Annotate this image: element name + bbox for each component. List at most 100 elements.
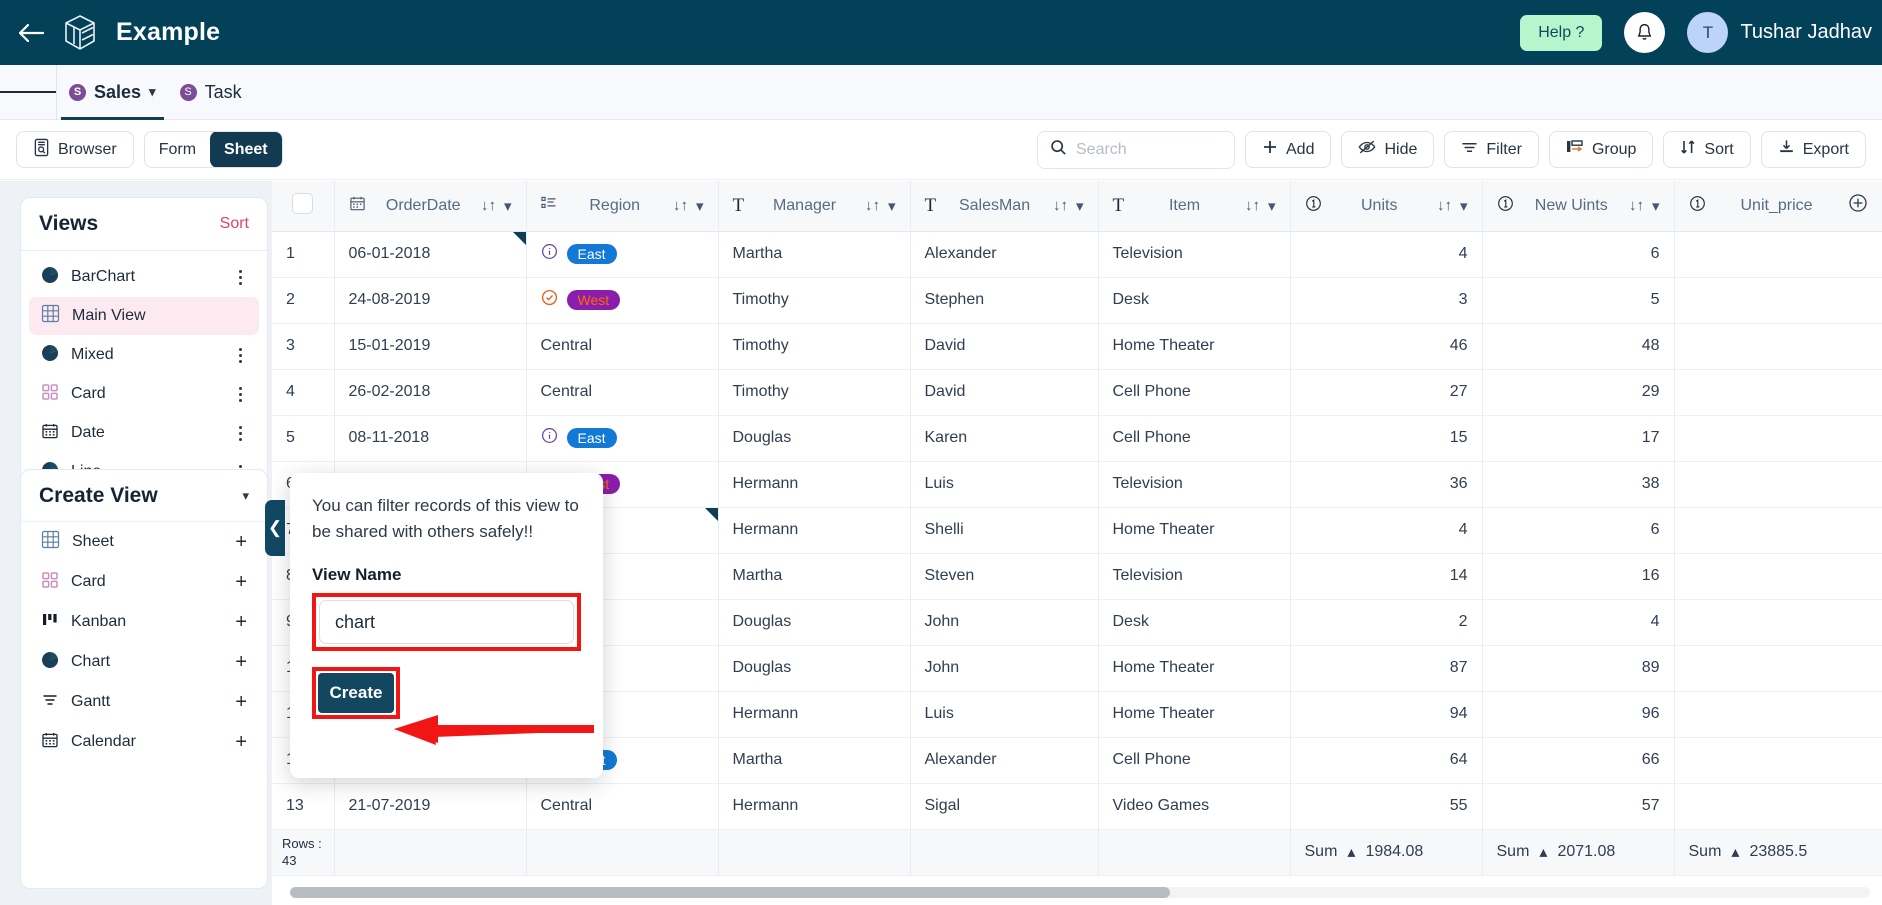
cell-orderdate[interactable]: 08-11-2018 [334,415,527,462]
cell-item[interactable]: Cell Phone [1098,369,1291,416]
add-button[interactable]: Add [1245,131,1332,168]
cell-region[interactable]: Central [526,323,719,370]
cell-units[interactable]: 87 [1290,645,1483,692]
cell-salesman[interactable]: Alexander [910,231,1099,278]
table-row[interactable]: 13 21-07-2019 Central Hermann Sigal Video Gam… [272,783,1882,830]
bell-icon[interactable] [1624,12,1666,53]
sort-arrows-icon[interactable]: ↓↑ [865,197,880,214]
chevron-down-icon[interactable]: ▾ [888,197,896,215]
view-options-icon[interactable] [233,423,247,444]
create-view-header[interactable]: Create View ▾ [21,470,267,522]
view-options-icon[interactable] [233,345,247,366]
cell-unit-price[interactable] [1674,415,1882,462]
select-all-header[interactable] [272,181,335,232]
table-row[interactable]: 4 26-02-2018 Central Timothy David Cell Phone… [272,369,1882,416]
plus-icon[interactable]: + [235,531,247,554]
cell-rownum[interactable]: 3 [272,323,335,370]
cell-salesman[interactable]: Karen [910,415,1099,462]
sheet-button[interactable]: Sheet [210,132,282,167]
cell-orderdate[interactable]: 06-01-2018 [334,231,527,278]
create-view-chart[interactable]: Chart + [21,642,267,682]
cell-unit-price[interactable] [1674,645,1882,692]
cell-unit-price[interactable] [1674,323,1882,370]
view-name-input[interactable] [319,600,574,644]
cell-unit-price[interactable] [1674,231,1882,278]
column-header-units[interactable]: Units ↓↑ ▾ [1290,181,1483,232]
table-row[interactable]: 2 24-08-2019 West Timothy Stephen Desk 3 5 [272,277,1882,324]
cell-salesman[interactable]: Luis [910,691,1099,738]
cell-salesman[interactable]: Steven [910,553,1099,600]
sidebar-item-card[interactable]: Card [29,375,259,413]
cell-item[interactable]: Television [1098,461,1291,508]
chevron-down-icon[interactable]: ▾ [242,488,249,504]
sort-arrows-icon[interactable]: ↓↑ [1053,197,1068,214]
create-view-kanban[interactable]: Kanban + [21,602,267,642]
cell-unit-price[interactable] [1674,599,1882,646]
group-button[interactable]: Group [1548,131,1654,168]
cell-units[interactable]: 4 [1290,507,1483,554]
cell-units[interactable]: 4 [1290,231,1483,278]
column-header-new-uints[interactable]: New Uints ↓↑ ▾ [1482,181,1675,232]
cell-manager[interactable]: Timothy [718,277,911,324]
cell-units[interactable]: 15 [1290,415,1483,462]
cell-rownum[interactable]: 2 [272,277,335,324]
cell-orderdate[interactable]: 21-07-2019 [334,783,527,830]
view-options-icon[interactable] [233,384,247,405]
plus-icon[interactable]: + [235,611,247,634]
plus-icon[interactable]: + [235,731,247,754]
cell-new-uints[interactable]: 5 [1482,277,1675,324]
cell-manager[interactable]: Hermann [718,461,911,508]
cell-manager[interactable]: Douglas [718,415,911,462]
footer-sum-units[interactable]: Sum ▴ 1984.08 [1290,829,1483,876]
cell-units[interactable]: 27 [1290,369,1483,416]
sort-arrows-icon[interactable]: ↓↑ [673,197,688,214]
add-column-icon[interactable] [1848,193,1868,218]
plus-icon[interactable]: + [235,651,247,674]
column-header-unit-price[interactable]: Unit_price [1674,181,1882,232]
table-row[interactable]: 5 08-11-2018 East Douglas Karen Cell Phone 15 1… [272,415,1882,462]
cell-unit-price[interactable] [1674,369,1882,416]
create-view-gantt[interactable]: Gantt + [21,682,267,722]
cell-new-uints[interactable]: 66 [1482,737,1675,784]
cell-unit-price[interactable] [1674,783,1882,830]
cell-item[interactable]: Home Theater [1098,691,1291,738]
cell-item[interactable]: Television [1098,231,1291,278]
table-row[interactable]: 3 15-01-2019 Central Timothy David Home Theat… [272,323,1882,370]
cell-manager[interactable]: Hermann [718,691,911,738]
cell-item[interactable]: Desk [1098,599,1291,646]
cell-salesman[interactable]: Alexander [910,737,1099,784]
cell-new-uints[interactable]: 4 [1482,599,1675,646]
export-button[interactable]: Export [1760,131,1866,168]
cell-region[interactable]: Central [526,783,719,830]
search-box[interactable] [1037,130,1235,169]
cell-item[interactable]: Home Theater [1098,645,1291,692]
cell-new-uints[interactable]: 6 [1482,507,1675,554]
chevron-down-icon[interactable]: ▾ [1268,197,1276,215]
sidebar-collapse-handle[interactable]: ❮ [265,500,285,556]
user-menu[interactable]: T Tushar Jadhav [1687,12,1872,53]
sidebar-item-mixed[interactable]: Mixed [29,336,259,374]
cell-new-uints[interactable]: 17 [1482,415,1675,462]
plus-icon[interactable]: + [235,571,247,594]
view-options-icon[interactable] [233,267,247,288]
cell-item[interactable]: Cell Phone [1098,415,1291,462]
cell-salesman[interactable]: Stephen [910,277,1099,324]
chevron-down-icon[interactable]: ▾ [1460,197,1468,215]
table-row[interactable]: 1 06-01-2018 East Martha Alexander Television… [272,231,1882,278]
cell-new-uints[interactable]: 6 [1482,231,1675,278]
cell-orderdate[interactable]: 24-08-2019 [334,277,527,324]
cell-salesman[interactable]: David [910,323,1099,370]
cell-salesman[interactable]: David [910,369,1099,416]
cell-region[interactable]: West [526,277,719,324]
create-view-card[interactable]: Card + [21,562,267,602]
cell-manager[interactable]: Douglas [718,599,911,646]
cell-manager[interactable]: Martha [718,231,911,278]
horizontal-scrollbar[interactable] [290,887,1870,898]
chevron-down-icon[interactable]: ▾ [1652,197,1660,215]
cell-salesman[interactable]: Shelli [910,507,1099,554]
create-button[interactable]: Create [318,673,394,713]
cell-new-uints[interactable]: 29 [1482,369,1675,416]
sort-button[interactable]: Sort [1663,131,1751,168]
tab-task[interactable]: S Task [168,65,254,120]
column-header-region[interactable]: Region ↓↑ ▾ [526,181,719,232]
